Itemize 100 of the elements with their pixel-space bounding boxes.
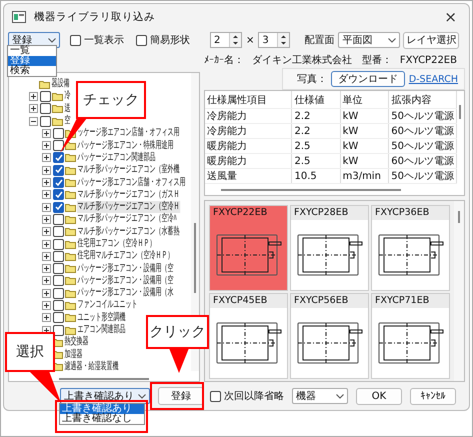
scrollbar[interactable] bbox=[459, 105, 461, 119]
table-cell: 暖房能力 bbox=[205, 138, 292, 154]
tree-item[interactable]: パッケージ形エアコン・設備用（空 bbox=[77, 262, 174, 275]
tree-checkbox[interactable] bbox=[53, 226, 64, 238]
folder-icon bbox=[65, 326, 76, 335]
expander-icon[interactable] bbox=[42, 288, 51, 298]
scrollbar[interactable] bbox=[59, 378, 149, 380]
tree-item[interactable]: 熱交換器 bbox=[64, 336, 90, 348]
tree-item[interactable]: パッケージ形エアコン・設備用（空 bbox=[77, 274, 174, 287]
tree-checkbox[interactable] bbox=[53, 214, 64, 225]
cancel-button[interactable]: ｷｬﾝｾﾙ bbox=[410, 388, 456, 404]
column-header[interactable]: 仕様属性項目 bbox=[205, 91, 292, 108]
model-name[interactable]: FXYCP71EB bbox=[372, 294, 449, 308]
expander-icon[interactable] bbox=[42, 153, 51, 162]
tree-checkbox[interactable] bbox=[53, 202, 64, 213]
model-name[interactable]: FXYCP28EB bbox=[291, 206, 368, 220]
dropdown-option[interactable]: 一覧 bbox=[8, 46, 56, 56]
expander-icon[interactable] bbox=[42, 202, 51, 212]
tree-item[interactable]: パッケージ形エアコン・設備用（水 bbox=[77, 287, 174, 300]
expander-icon[interactable] bbox=[42, 227, 51, 236]
tree-checkbox[interactable] bbox=[53, 324, 64, 336]
tree-item[interactable]: ファンコイルユニット bbox=[77, 299, 138, 312]
tree-checkbox[interactable] bbox=[40, 90, 51, 102]
expander-icon[interactable] bbox=[42, 128, 51, 138]
tree-item[interactable]: 器設備 bbox=[51, 78, 70, 90]
dropdown-option[interactable]: 検索 bbox=[8, 66, 56, 76]
tree-checkbox[interactable] bbox=[53, 152, 64, 164]
tree-item[interactable]: マルチ形パッケージエアコン（水蓄熱 bbox=[77, 226, 180, 238]
tree-checkbox[interactable] bbox=[53, 312, 64, 324]
column-header[interactable]: 単位 bbox=[340, 91, 389, 108]
expander-icon[interactable] bbox=[42, 240, 51, 248]
tree-item[interactable]: パッケージ形エアコン店舗・オフィス用 bbox=[77, 176, 186, 189]
tree-item[interactable]: マルチ形パッケージエアコン（ガスＨ bbox=[77, 188, 180, 201]
tree-item[interactable]: 送 bbox=[64, 102, 72, 115]
category-select[interactable]: 機器 bbox=[292, 388, 348, 404]
dropdown-option[interactable]: 上書き確認あり bbox=[60, 404, 144, 414]
columns-spinner[interactable]: 3 bbox=[258, 32, 290, 48]
column-header[interactable]: 仕様値 bbox=[292, 91, 340, 108]
expander-icon[interactable] bbox=[42, 141, 51, 150]
tree-item[interactable]: パッケージ形エアコン・特殊用途用 bbox=[77, 140, 174, 152]
tree-item[interactable]: 住宅用エアコン（空冷ＨＰ） bbox=[77, 238, 156, 250]
expander-icon[interactable] bbox=[42, 313, 51, 322]
download-button[interactable]: ダウンロード bbox=[330, 71, 405, 87]
model-name[interactable]: FXYCP45EB bbox=[210, 294, 287, 308]
tree-item[interactable]: 加湿器 bbox=[64, 348, 84, 361]
tree-item[interactable]: 濾過器・給湿装置機 bbox=[64, 360, 120, 373]
expander-icon[interactable] bbox=[42, 264, 51, 274]
tree-item[interactable]: マルチ形パッケージエアコン（空冷ﾊ bbox=[77, 213, 178, 226]
expander-icon[interactable] bbox=[42, 252, 51, 261]
d-search-link[interactable]: D-SEARCH bbox=[408, 74, 458, 84]
tree-item[interactable]: ユニット形空調機 bbox=[77, 312, 126, 324]
tree-checkbox[interactable] bbox=[53, 140, 64, 152]
expander-icon[interactable] bbox=[42, 178, 51, 188]
register-button[interactable]: 登録 bbox=[158, 387, 204, 405]
tree-item[interactable]: ッケージ形エアコン店舗・オフィス用 bbox=[77, 127, 180, 140]
tree-checkbox[interactable] bbox=[40, 116, 51, 127]
scrollbar[interactable] bbox=[221, 189, 401, 191]
rows-spinner[interactable]: 2 bbox=[210, 32, 242, 48]
tree-checkbox[interactable] bbox=[53, 189, 64, 200]
layout-plane-select[interactable]: 平面図 bbox=[338, 32, 400, 48]
expander-icon[interactable] bbox=[42, 276, 51, 286]
tree-item[interactable]: マルチ形パッケージエアコン（空冷Ｈ bbox=[77, 201, 180, 214]
tree-checkbox[interactable] bbox=[53, 275, 64, 286]
tree-checkbox[interactable] bbox=[53, 263, 64, 274]
tree-item[interactable]: マルチ形パッケージエアコン（室外機 bbox=[77, 164, 180, 176]
tree-checkbox[interactable] bbox=[53, 238, 64, 250]
tree-checkbox[interactable] bbox=[53, 300, 64, 311]
tree-checkbox[interactable] bbox=[53, 164, 64, 176]
expander-icon[interactable] bbox=[42, 214, 51, 224]
tree-item[interactable]: 空 bbox=[64, 115, 72, 128]
skip-next-checkbox[interactable]: 次回以降省略 bbox=[210, 389, 284, 403]
expander-icon[interactable] bbox=[42, 190, 51, 200]
tree-checkbox[interactable] bbox=[53, 128, 64, 139]
folder-icon bbox=[65, 276, 76, 286]
expander-icon[interactable] bbox=[29, 116, 38, 126]
expander-icon[interactable] bbox=[29, 92, 38, 101]
model-name[interactable]: FXYCP56EB bbox=[291, 294, 368, 308]
expander-icon[interactable] bbox=[42, 166, 51, 175]
tree-item[interactable]: エアコン関連部品 bbox=[77, 324, 126, 336]
table-cell: kW bbox=[340, 108, 389, 124]
tree-checkbox[interactable] bbox=[40, 103, 51, 114]
tree-checkbox[interactable] bbox=[53, 288, 64, 299]
tree-item[interactable]: 冷 bbox=[64, 90, 72, 102]
ok-button[interactable]: OK bbox=[356, 388, 402, 404]
tree-checkbox[interactable] bbox=[53, 250, 64, 262]
expander-icon[interactable] bbox=[29, 104, 38, 114]
tree-item[interactable]: 住宅用マルチエアコン（空冷ＨＰ） bbox=[77, 250, 174, 262]
tree-item[interactable]: パッケージエアコン関連部品 bbox=[77, 152, 156, 164]
dropdown-option[interactable]: 上書き確認なし bbox=[60, 414, 144, 424]
column-header[interactable]: 拡張内容 bbox=[388, 91, 456, 108]
option-checkbox[interactable]: 簡易形状 bbox=[136, 33, 190, 47]
scrollbar[interactable] bbox=[454, 201, 464, 381]
tree-checkbox[interactable] bbox=[53, 177, 64, 188]
model-thumbnail[interactable] bbox=[210, 220, 287, 290]
close-button[interactable]: × bbox=[440, 8, 461, 26]
option-checkbox[interactable]: 一覧表示 bbox=[70, 33, 124, 47]
expander-icon[interactable] bbox=[42, 300, 51, 310]
model-name[interactable]: FXYCP36EB bbox=[372, 206, 449, 220]
layer-select-button[interactable]: レイヤ選択 bbox=[403, 32, 460, 48]
model-name[interactable]: FXYCP22EB bbox=[210, 206, 287, 220]
